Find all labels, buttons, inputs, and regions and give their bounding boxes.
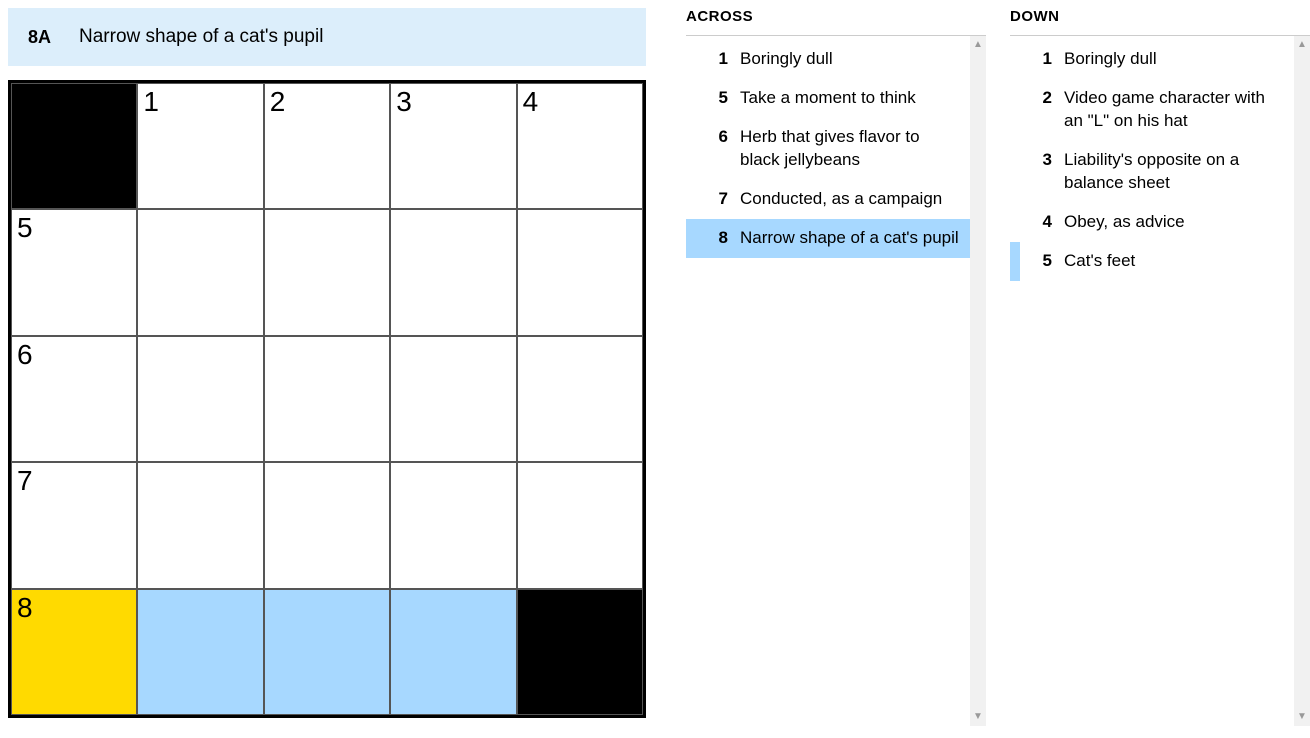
grid-cell[interactable] [137, 462, 263, 588]
grid-cell[interactable] [264, 336, 390, 462]
grid-cell[interactable] [137, 589, 263, 715]
clue-number: 1 [1020, 48, 1052, 71]
cell-number: 4 [523, 86, 539, 118]
clue-text: Boringly dull [1064, 48, 1284, 71]
down-scrollbar[interactable]: ▲ ▼ [1294, 36, 1310, 726]
clue-text: Liability's opposite on a balance sheet [1064, 149, 1284, 195]
clue-number: 1 [696, 48, 728, 71]
cell-number: 5 [17, 212, 33, 244]
cell-number: 3 [396, 86, 412, 118]
across-scroll: 1 Boringly dull 5 Take a moment to think 6 He… [686, 36, 986, 726]
grid-cell[interactable]: 7 [11, 462, 137, 588]
grid-cell[interactable]: 5 [11, 209, 137, 335]
grid-cell[interactable] [517, 462, 643, 588]
scroll-up-icon[interactable]: ▲ [973, 40, 983, 50]
clue-item[interactable]: 1 Boringly dull [686, 40, 970, 79]
clue-item[interactable]: 7 Conducted, as a campaign [686, 180, 970, 219]
grid-cell[interactable]: 2 [264, 83, 390, 209]
clue-number: 4 [1020, 211, 1052, 234]
grid-cell[interactable]: 8 [11, 589, 137, 715]
clue-columns: ACROSS 1 Boringly dull 5 Take a moment to t… [686, 8, 1310, 726]
down-list[interactable]: 1 Boringly dull 2 Video game character with… [1010, 36, 1294, 726]
scroll-up-icon[interactable]: ▲ [1297, 40, 1307, 50]
current-clue-bar[interactable]: 8A Narrow shape of a cat's pupil [8, 8, 646, 66]
cell-number: 1 [143, 86, 159, 118]
clue-item[interactable]: 6 Herb that gives flavor to black jellybe… [686, 118, 970, 180]
grid-cell [517, 589, 643, 715]
clue-number: 2 [1020, 87, 1052, 110]
crossword-app: 8A Narrow shape of a cat's pupil 1 2 3 4 5 6 7… [8, 8, 1302, 726]
clue-text: Boringly dull [740, 48, 960, 71]
across-scrollbar[interactable]: ▲ ▼ [970, 36, 986, 726]
grid-cell[interactable] [390, 462, 516, 588]
cell-number: 6 [17, 339, 33, 371]
left-panel: 8A Narrow shape of a cat's pupil 1 2 3 4 5 6 7… [8, 8, 646, 718]
clue-item[interactable]: 8 Narrow shape of a cat's pupil [686, 219, 970, 258]
clue-number: 5 [1020, 250, 1052, 273]
clue-text: Cat's feet [1064, 250, 1284, 273]
grid-cell[interactable] [390, 589, 516, 715]
current-clue-text: Narrow shape of a cat's pupil [79, 26, 323, 48]
grid-cell[interactable] [390, 336, 516, 462]
down-column: DOWN 1 Boringly dull 2 Video game character… [1010, 8, 1310, 726]
grid-cell[interactable] [137, 209, 263, 335]
clue-item[interactable]: 1 Boringly dull [1010, 40, 1294, 79]
clue-item[interactable]: 3 Liability's opposite on a balance sheet [1010, 141, 1294, 203]
clue-number: 6 [696, 126, 728, 149]
scroll-down-icon[interactable]: ▼ [973, 712, 983, 722]
grid-cell[interactable]: 4 [517, 83, 643, 209]
grid-cell[interactable]: 3 [390, 83, 516, 209]
grid-cell[interactable] [517, 209, 643, 335]
clue-item[interactable]: 5 Take a moment to think [686, 79, 970, 118]
across-column: ACROSS 1 Boringly dull 5 Take a moment to t… [686, 8, 986, 726]
clue-text: Video game character with an "L" on his … [1064, 87, 1284, 133]
grid-cell[interactable]: 1 [137, 83, 263, 209]
across-list[interactable]: 1 Boringly dull 5 Take a moment to think 6 He… [686, 36, 970, 726]
grid-cell[interactable] [517, 336, 643, 462]
clue-number: 7 [696, 188, 728, 211]
clue-text: Conducted, as a campaign [740, 188, 960, 211]
clue-item[interactable]: 2 Video game character with an "L" on his… [1010, 79, 1294, 141]
down-scroll: 1 Boringly dull 2 Video game character with… [1010, 36, 1310, 726]
grid-cell[interactable] [137, 336, 263, 462]
grid-cell[interactable]: 6 [11, 336, 137, 462]
grid-cell[interactable] [264, 462, 390, 588]
clue-item[interactable]: 5 Cat's feet [1010, 242, 1294, 281]
down-header: DOWN [1010, 8, 1310, 36]
scroll-down-icon[interactable]: ▼ [1297, 712, 1307, 722]
grid-cell[interactable] [264, 209, 390, 335]
grid-cell[interactable] [264, 589, 390, 715]
clue-number: 3 [1020, 149, 1052, 172]
clue-text: Herb that gives flavor to black jellybea… [740, 126, 960, 172]
clue-number: 8 [696, 227, 728, 250]
current-clue-id: 8A [28, 27, 51, 48]
cell-number: 8 [17, 592, 33, 624]
cell-number: 2 [270, 86, 286, 118]
clue-number: 5 [696, 87, 728, 110]
across-header: ACROSS [686, 8, 986, 36]
clue-item[interactable]: 4 Obey, as advice [1010, 203, 1294, 242]
clue-text: Narrow shape of a cat's pupil [740, 227, 960, 250]
crossword-grid[interactable]: 1 2 3 4 5 6 7 8 [8, 80, 646, 718]
cell-number: 7 [17, 465, 33, 497]
grid-cell[interactable] [390, 209, 516, 335]
clue-text: Take a moment to think [740, 87, 960, 110]
grid-cell [11, 83, 137, 209]
clue-text: Obey, as advice [1064, 211, 1284, 234]
